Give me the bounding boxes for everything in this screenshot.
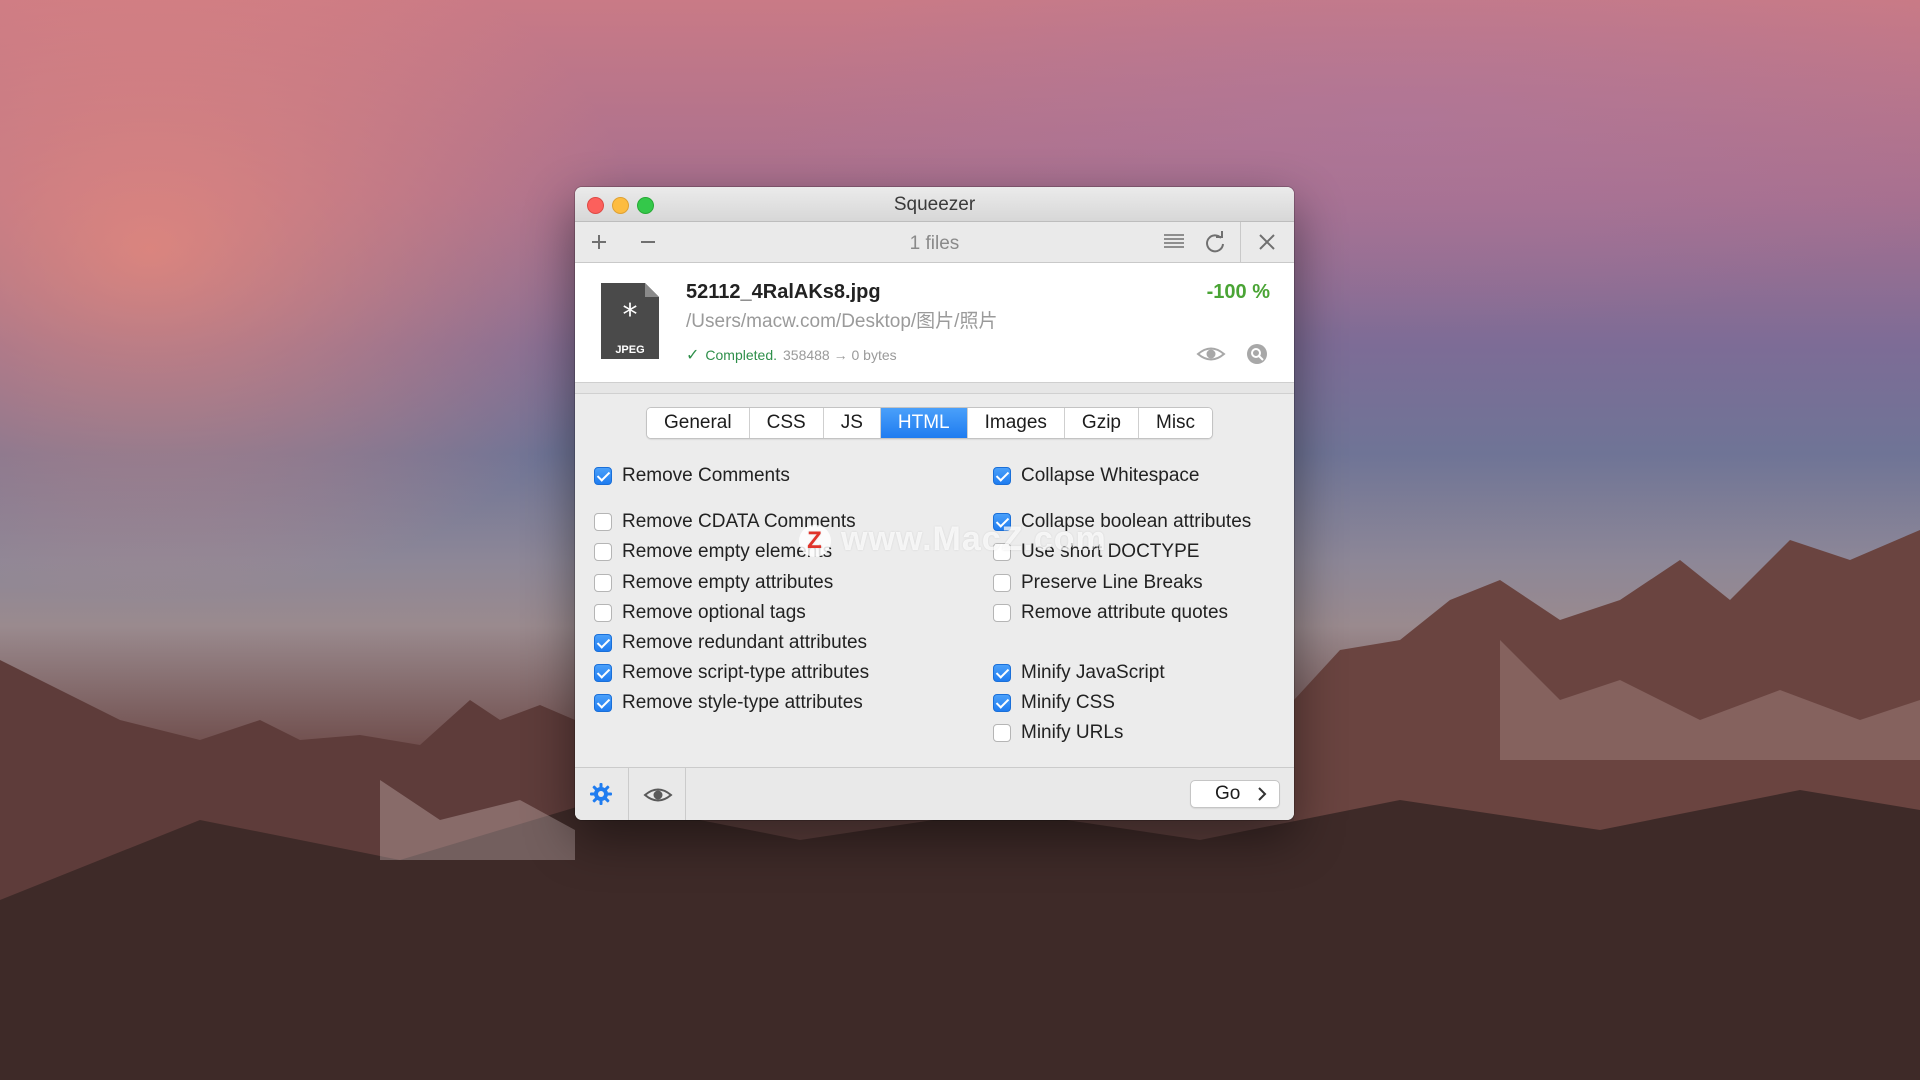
settings-tabs: General CSS JS HTML Images Gzip Misc — [646, 407, 1214, 439]
checkbox[interactable] — [993, 694, 1011, 712]
option-label: Remove Comments — [622, 465, 790, 486]
watermark: Zwww.MacZ.com — [799, 520, 1107, 559]
option-label: Remove redundant attributes — [622, 632, 868, 653]
eye-icon[interactable] — [643, 784, 673, 806]
toolbar-divider — [1240, 222, 1241, 262]
jpeg-file-icon: * JPEG — [601, 283, 659, 359]
checkbox[interactable] — [594, 467, 612, 485]
title-bar: Squeezer — [575, 187, 1294, 222]
file-path: /Users/macw.com/Desktop/图片/照片 — [686, 311, 998, 332]
checkbox[interactable] — [594, 604, 612, 622]
tab-css[interactable]: CSS — [749, 408, 824, 438]
list-view-button[interactable] — [1161, 230, 1187, 260]
refresh-button[interactable] — [1202, 228, 1228, 258]
option-label: Minify CSS — [1021, 692, 1115, 713]
option-remove-comments[interactable]: Remove Comments — [594, 464, 790, 488]
option-label: Minify JavaScript — [1021, 662, 1165, 683]
checkbox[interactable] — [594, 574, 612, 592]
checkbox[interactable] — [594, 634, 612, 652]
option-label: Remove optional tags — [622, 602, 806, 623]
svg-text:*: * — [623, 298, 638, 333]
file-type-label: JPEG — [615, 344, 644, 356]
toolbar: 1 files — [575, 222, 1294, 263]
refresh-icon — [1206, 231, 1224, 253]
compression-percent: -100 % — [1206, 281, 1270, 303]
go-button[interactable]: Go — [1190, 780, 1280, 808]
checkbox[interactable] — [594, 664, 612, 682]
file-status: ✓ Completed. 358488 → 0 bytes — [686, 345, 897, 365]
file-row[interactable]: * JPEG 52112_4RalAKs8.jpg /Users/macw.co… — [575, 263, 1294, 383]
option-remove-style-type-attributes[interactable]: Remove style-type attributes — [594, 691, 863, 715]
checkbox[interactable] — [993, 467, 1011, 485]
reveal-in-finder-icon[interactable] — [1245, 342, 1269, 366]
bottom-divider — [628, 768, 629, 820]
option-label: Remove style-type attributes — [622, 692, 863, 713]
option-minify-css[interactable]: Minify CSS — [993, 691, 1115, 715]
window-title: Squeezer — [893, 194, 976, 215]
option-label: Collapse Whitespace — [1021, 465, 1200, 486]
tab-misc[interactable]: Misc — [1139, 408, 1213, 438]
status-label: Completed. — [705, 347, 777, 363]
option-label: Remove empty attributes — [622, 572, 834, 593]
eye-icon[interactable] — [1196, 343, 1226, 365]
checkbox[interactable] — [993, 604, 1011, 622]
bottom-divider — [685, 768, 686, 820]
option-preserve-line-breaks[interactable]: Preserve Line Breaks — [993, 571, 1203, 595]
chevron-right-icon — [1258, 787, 1267, 801]
checkbox[interactable] — [594, 513, 612, 531]
option-remove-empty-attributes[interactable]: Remove empty attributes — [594, 571, 833, 595]
watermark-text: www.MacZ.com — [841, 520, 1107, 558]
option-minify-javascript[interactable]: Minify JavaScript — [993, 661, 1165, 685]
option-label: Preserve Line Breaks — [1021, 572, 1203, 593]
option-label: Remove attribute quotes — [1021, 602, 1229, 623]
option-remove-script-type-attributes[interactable]: Remove script-type attributes — [594, 661, 869, 685]
tab-gzip[interactable]: Gzip — [1064, 408, 1139, 438]
option-remove-redundant-attributes[interactable]: Remove redundant attributes — [594, 631, 867, 655]
watermark-logo: Z — [799, 525, 831, 558]
list-icon — [1164, 234, 1184, 248]
checkbox[interactable] — [993, 724, 1011, 742]
option-label: Minify URLs — [1021, 722, 1124, 743]
option-remove-attribute-quotes[interactable]: Remove attribute quotes — [993, 601, 1228, 625]
close-icon — [1259, 234, 1275, 250]
squeezer-window: Squeezer 1 files * JPEG 52112_4RalAKs8.j… — [575, 187, 1294, 820]
option-collapse-whitespace[interactable]: Collapse Whitespace — [993, 464, 1199, 488]
file-name: 52112_4RalAKs8.jpg — [686, 281, 881, 303]
clear-files-button[interactable] — [1254, 228, 1280, 258]
tab-general[interactable]: General — [647, 408, 750, 438]
gear-icon[interactable] — [589, 782, 613, 806]
option-remove-optional-tags[interactable]: Remove optional tags — [594, 601, 806, 625]
bottom-bar: Go — [575, 767, 1294, 820]
checkbox[interactable] — [594, 694, 612, 712]
checkbox[interactable] — [594, 543, 612, 561]
option-minify-urls[interactable]: Minify URLs — [993, 721, 1123, 745]
go-label: Go — [1215, 783, 1241, 804]
panel-divider — [575, 383, 1294, 394]
option-remove-empty-elements[interactable]: Remove empty elements — [594, 540, 832, 564]
tab-html[interactable]: HTML — [880, 408, 968, 438]
checkbox[interactable] — [993, 664, 1011, 682]
option-label: Remove script-type attributes — [622, 662, 870, 683]
checkbox[interactable] — [993, 574, 1011, 592]
size-change: 358488 → 0 bytes — [783, 347, 897, 363]
checkmark-icon: ✓ — [686, 347, 700, 364]
tab-js[interactable]: JS — [823, 408, 881, 438]
tab-images[interactable]: Images — [967, 408, 1065, 438]
